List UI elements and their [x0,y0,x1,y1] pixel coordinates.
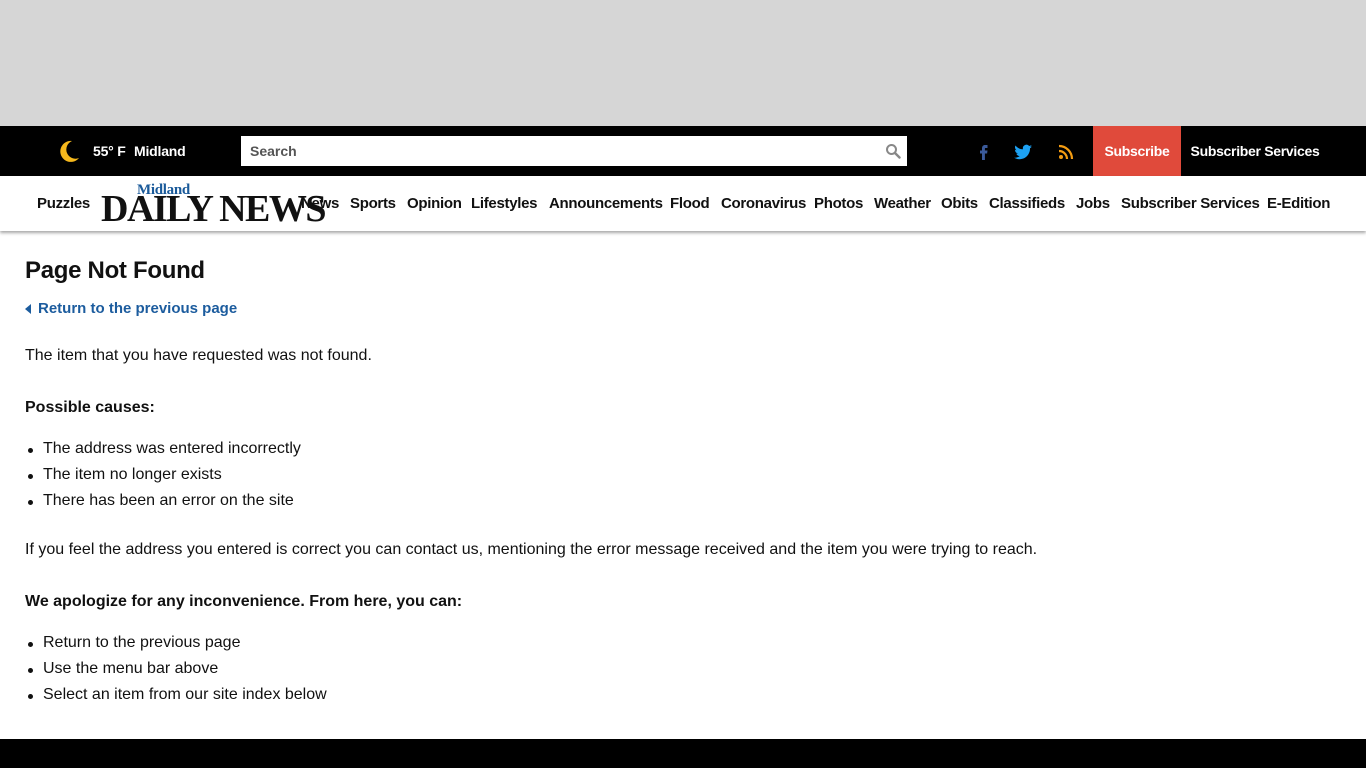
causes-list: The address was entered incorrectly The … [25,439,301,517]
rss-icon[interactable] [1056,142,1076,162]
nav-item-sports[interactable]: Sports [350,195,396,212]
nav-item-subscriber-services[interactable]: Subscriber Services [1121,195,1260,212]
nav-item-coronavirus[interactable]: Coronavirus [721,195,806,212]
subscribe-button[interactable]: Subscribe [1093,126,1181,176]
return-previous-page-link[interactable]: Return to the previous page [25,633,327,659]
moon-icon [60,140,79,162]
back-link-label: Return to the previous page [38,300,238,317]
causes-heading: Possible causes: [25,399,155,416]
nav-item-news[interactable]: News [301,195,339,212]
weather-city-link[interactable]: Midland [134,143,186,159]
top-bar: 55° F Midland Subscribe Subscriber Servi… [0,126,1366,176]
nav-item-photos[interactable]: Photos [814,195,863,212]
list-item: Select an item from our site index below [25,685,327,711]
nav-item-puzzles[interactable]: Puzzles [37,195,90,212]
nav-item-announcements[interactable]: Announcements [549,195,663,212]
contact-message: If you feel the address you entered is c… [25,541,1038,558]
list-item: Use the menu bar above [25,659,327,685]
list-item: There has been an error on the site [25,491,301,517]
main-nav: Puzzles Midland DAILY NEWS News Sports O… [0,176,1366,231]
nav-item-classifieds[interactable]: Classifieds [989,195,1065,212]
nav-item-flood[interactable]: Flood [670,195,710,212]
temperature: 55° F [93,143,126,159]
search-box [241,136,907,166]
footer [0,739,1366,768]
search-icon[interactable] [885,143,901,159]
nav-item-weather[interactable]: Weather [874,195,931,212]
caret-left-icon [25,303,31,314]
nav-item-opinion[interactable]: Opinion [407,195,462,212]
nav-item-e-edition[interactable]: E-Edition [1267,195,1330,212]
nav-item-lifestyles[interactable]: Lifestyles [471,195,538,212]
options-list: Return to the previous page Use the menu… [25,633,327,711]
back-link[interactable]: Return to the previous page [25,300,237,317]
nav-item-jobs[interactable]: Jobs [1076,195,1110,212]
not-found-message: The item that you have requested was not… [25,347,372,364]
ad-placeholder [0,0,1366,126]
page-title: Page Not Found [25,257,205,284]
twitter-icon[interactable] [1013,142,1033,162]
list-item: The item no longer exists [25,465,301,491]
facebook-icon[interactable] [974,142,994,162]
subscriber-services-button[interactable]: Subscriber Services [1181,126,1329,176]
logo-daily-news-text: DAILY NEWS [101,188,326,230]
list-item: The address was entered incorrectly [25,439,301,465]
site-logo[interactable]: Midland DAILY NEWS [101,182,326,228]
apology-heading: We apologize for any inconvenience. From… [25,593,463,610]
nav-item-obits[interactable]: Obits [941,195,978,212]
search-input[interactable] [241,136,877,166]
